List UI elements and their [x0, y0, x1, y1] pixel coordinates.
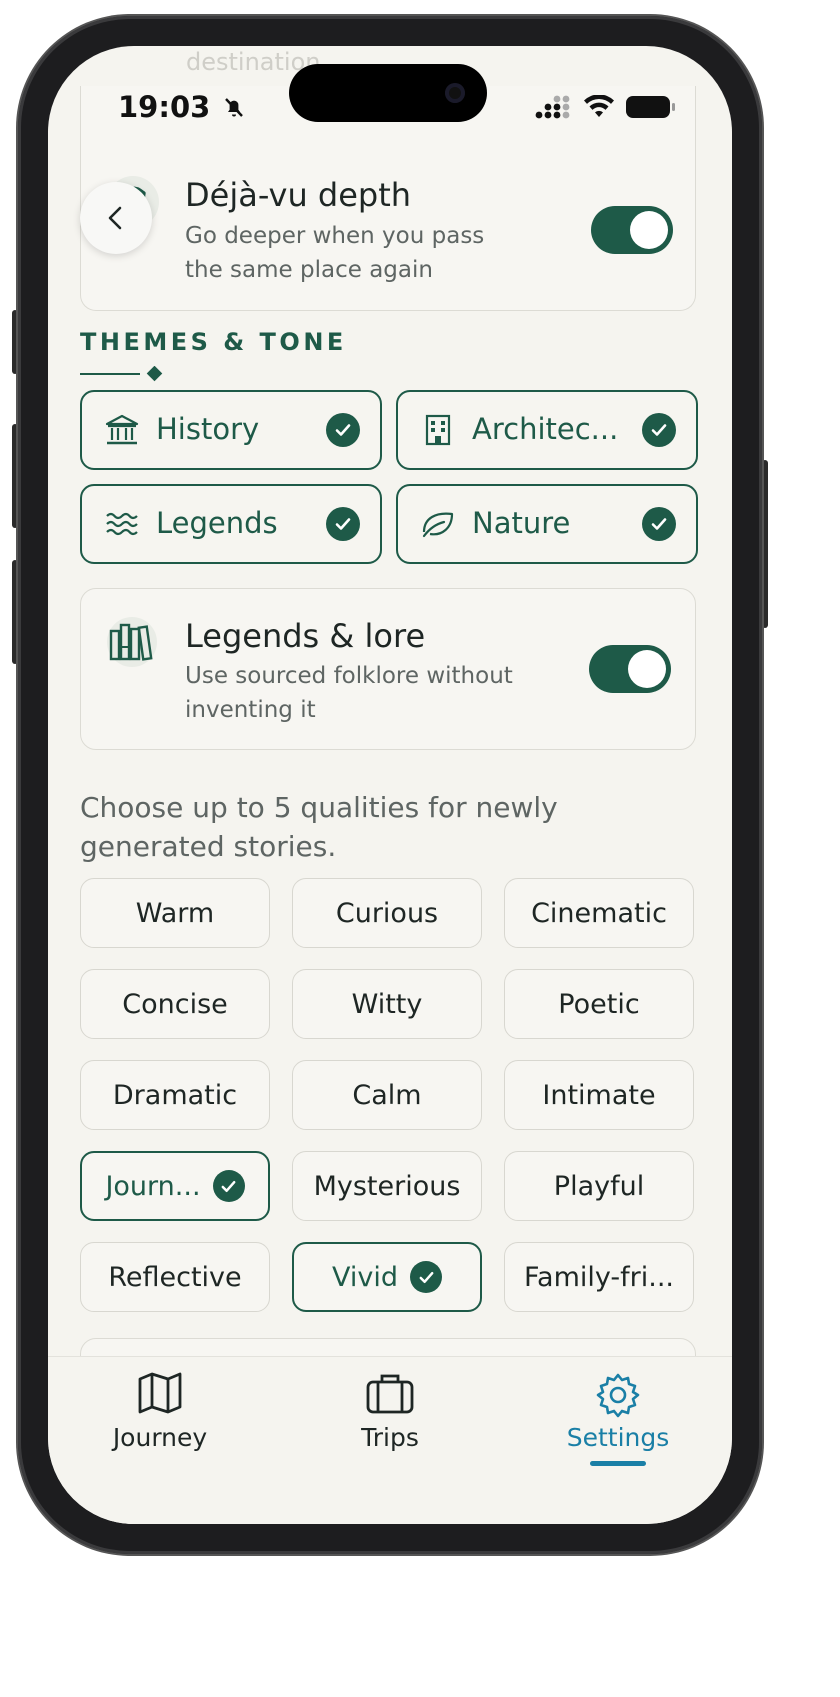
books-icon	[109, 623, 153, 661]
leaf-icon	[422, 512, 454, 538]
tab-journey[interactable]: Journey	[80, 1357, 240, 1477]
quality-chip[interactable]: Poetic	[504, 969, 694, 1039]
quality-chip[interactable]: Concise	[80, 969, 270, 1039]
toggle-knob	[630, 211, 668, 249]
check-icon	[642, 507, 676, 541]
building-icon	[425, 414, 451, 446]
status-time-text: 19:03	[118, 90, 211, 124]
back-button[interactable]	[80, 182, 152, 254]
quality-chip-label: Journ...	[105, 1170, 201, 1202]
quality-chip[interactable]: Playful	[504, 1151, 694, 1221]
quality-chip-label: Witty	[351, 988, 423, 1020]
quality-chip[interactable]: Family-fri...	[504, 1242, 694, 1312]
quality-chip[interactable]: Dramatic	[80, 1060, 270, 1130]
legends-lore-toggle[interactable]	[589, 645, 671, 693]
theme-nature[interactable]: Nature	[396, 484, 698, 564]
tab-trips[interactable]: Trips	[310, 1357, 470, 1477]
quality-chip[interactable]: Cinematic	[504, 878, 694, 948]
qualities-hint: Choose up to 5 qualities for newly gener…	[80, 791, 558, 863]
legends-lore-title: Legends & lore	[185, 617, 426, 655]
dynamic-island	[289, 64, 487, 122]
deja-vu-title: Déjà-vu depth	[185, 176, 412, 214]
active-tab-indicator	[590, 1461, 646, 1466]
quality-chip-label: Reflective	[108, 1261, 242, 1293]
quality-chip-label: Poetic	[558, 988, 640, 1020]
lore-icon-wrap	[107, 617, 157, 667]
legends-lore-subtitle-1: Use sourced folklore without	[185, 663, 513, 689]
deja-vu-toggle[interactable]	[591, 206, 673, 254]
check-icon	[410, 1261, 442, 1293]
deja-vu-subtitle-2: the same place again	[185, 257, 433, 283]
quality-chip[interactable]: Intimate	[504, 1060, 694, 1130]
camera-icon	[445, 83, 465, 103]
quality-chip-label: Curious	[335, 897, 439, 929]
theme-legends[interactable]: Legends	[80, 484, 382, 564]
bell-slash-icon	[225, 98, 244, 117]
quality-chip-label: Mysterious	[313, 1170, 461, 1202]
phone-frame: destination 19:03 Déjà-vu depth Go deepe…	[18, 16, 762, 1554]
deja-vu-subtitle-1: Go deeper when you pass	[185, 223, 485, 249]
power-button	[762, 460, 768, 628]
wifi-icon	[584, 95, 614, 117]
tab-label: Journey	[112, 1423, 208, 1452]
legends-lore-card: Legends & lore Use sourced folklore with…	[80, 588, 696, 750]
tab-label: Settings	[566, 1423, 670, 1452]
check-icon	[642, 413, 676, 447]
quality-chip-label: Vivid	[332, 1261, 398, 1293]
signal-icon	[535, 95, 570, 119]
quality-chip-label: Warm	[135, 897, 215, 929]
theme-history[interactable]: History	[80, 390, 382, 470]
screen: destination 19:03 Déjà-vu depth Go deepe…	[48, 46, 732, 1524]
map-icon	[138, 1372, 182, 1414]
tab-label: Trips	[361, 1423, 419, 1452]
tab-settings[interactable]: Settings	[538, 1357, 698, 1477]
quality-chip[interactable]: Reflective	[80, 1242, 270, 1312]
theme-label: Nature	[472, 506, 571, 540]
quality-chip-label: Family-fri...	[523, 1261, 674, 1293]
museum-icon	[105, 414, 139, 445]
status-icons	[535, 94, 677, 120]
legends-lore-subtitle-2: inventing it	[185, 697, 316, 723]
theme-label: Architec...	[472, 412, 619, 446]
quality-chip[interactable]: Witty	[292, 969, 482, 1039]
suitcase-icon	[366, 1374, 414, 1414]
section-divider	[80, 366, 163, 382]
waves-icon	[106, 512, 138, 536]
quality-chip-label: Calm	[352, 1079, 422, 1111]
gear-icon	[596, 1373, 640, 1418]
quality-chip-label: Playful	[553, 1170, 645, 1202]
toggle-knob	[628, 650, 666, 688]
quality-chip[interactable]: Warm	[80, 878, 270, 948]
battery-icon	[626, 96, 675, 118]
chevron-left-icon	[108, 206, 122, 230]
theme-architecture[interactable]: Architec...	[396, 390, 698, 470]
tab-bar: Journey Trips Settings	[48, 1356, 732, 1524]
quality-chip[interactable]: Vivid	[292, 1242, 482, 1312]
quality-chip[interactable]: Mysterious	[292, 1151, 482, 1221]
quality-chip-label: Concise	[122, 988, 228, 1020]
quality-chip[interactable]: Calm	[292, 1060, 482, 1130]
quality-chip[interactable]: Journ...	[80, 1151, 270, 1221]
quality-chip[interactable]: Curious	[292, 878, 482, 948]
status-time: 19:03	[118, 90, 246, 124]
check-icon	[212, 1170, 245, 1202]
quality-chip-label: Dramatic	[112, 1079, 238, 1111]
theme-label: Legends	[156, 506, 278, 540]
quality-chip-label: Cinematic	[531, 897, 667, 929]
check-icon	[326, 413, 360, 447]
quality-chip-label: Intimate	[542, 1079, 656, 1111]
theme-label: History	[156, 412, 260, 446]
check-icon	[326, 507, 360, 541]
section-title: THEMES & TONE	[80, 328, 347, 356]
